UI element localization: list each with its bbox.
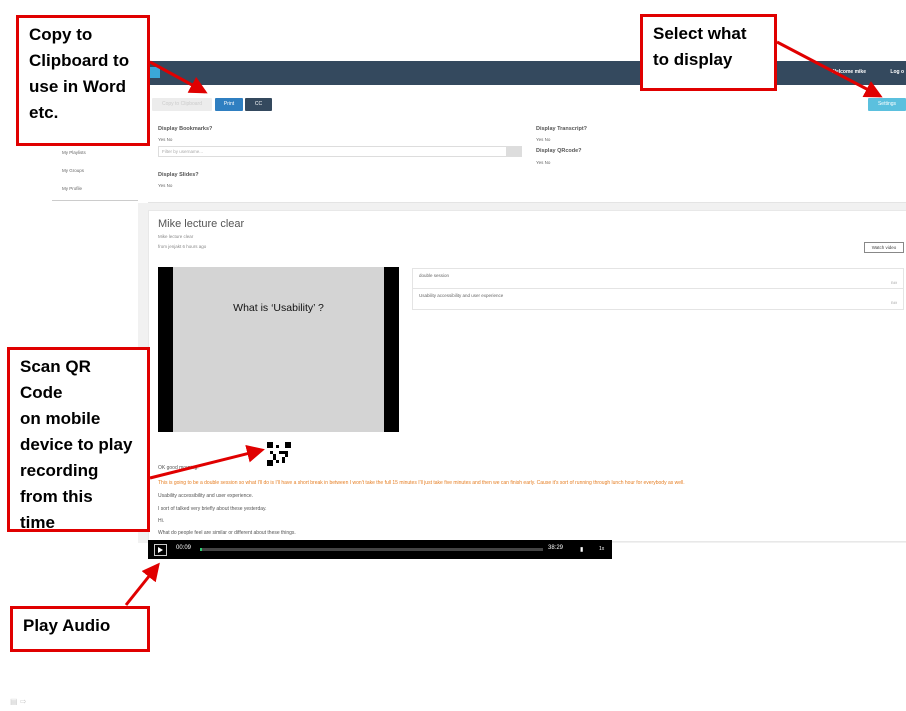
callout-arrows bbox=[124, 40, 883, 606]
